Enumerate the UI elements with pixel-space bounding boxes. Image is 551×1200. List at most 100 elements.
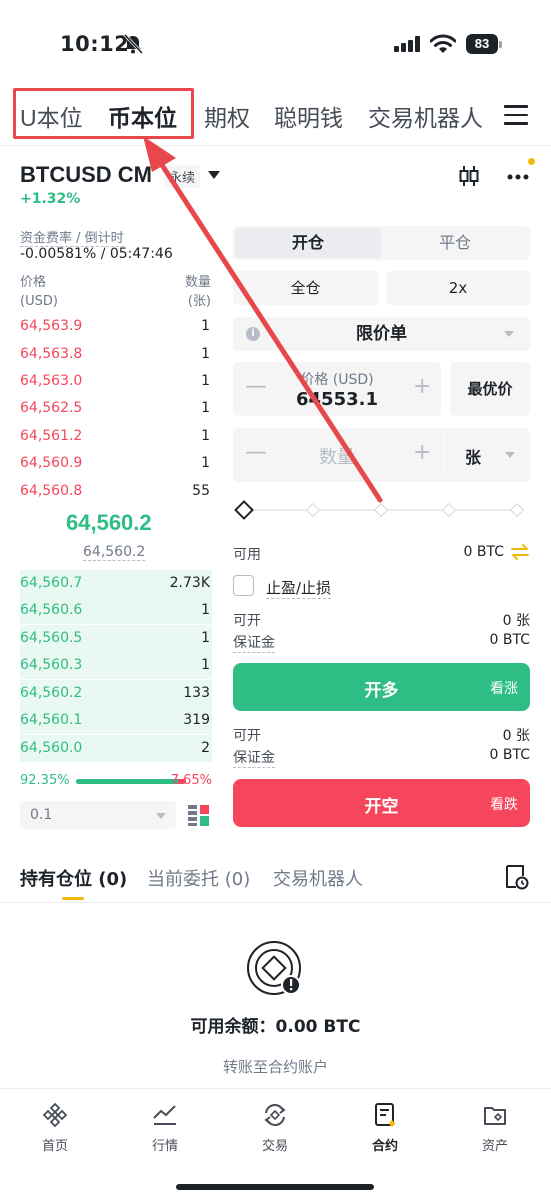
long-margin-label[interactable]: 保证金: [233, 632, 275, 653]
bullish-label: 看涨: [490, 681, 518, 697]
short-can-open-label: 可开: [233, 728, 261, 744]
short-margin-value: 0 BTC: [489, 747, 530, 763]
tpsl-checkbox[interactable]: [233, 575, 254, 596]
cellular-signal-icon: [394, 36, 420, 52]
tab-open-position[interactable]: 开仓: [235, 228, 381, 258]
order-type-select[interactable]: i 限价单: [233, 317, 530, 351]
bid-row[interactable]: 64,560.7 2.73K: [20, 570, 212, 597]
tpsl-label[interactable]: 止盈/止损: [266, 577, 332, 599]
candlestick-chart-icon[interactable]: [457, 164, 481, 188]
slider-node[interactable]: [305, 502, 321, 518]
transfer-to-futures-link[interactable]: 转账至合约账户: [0, 1056, 551, 1077]
bell-off-icon: [123, 33, 144, 55]
price-input[interactable]: — 价格 (USD) 64553.1 +: [233, 362, 441, 416]
last-price[interactable]: 64,560.2: [66, 510, 152, 536]
trade-exchange-icon: [264, 1104, 286, 1126]
price-input-label: 价格 (USD): [300, 372, 374, 388]
nav-assets[interactable]: 资产: [440, 1101, 550, 1154]
hamburger-menu-icon[interactable]: [504, 105, 528, 127]
ask-row[interactable]: 64,563.0 1: [20, 368, 212, 395]
tab-smart-money[interactable]: 聪明钱: [274, 99, 343, 133]
tab-trading-bots[interactable]: 交易机器人: [368, 99, 483, 133]
battery-icon: 83: [466, 34, 502, 54]
plus-icon[interactable]: +: [413, 376, 431, 398]
perpetual-badge: 永续: [164, 165, 201, 188]
available-label: 可用: [233, 547, 261, 563]
orderbook-layout-icon[interactable]: [188, 804, 210, 826]
bid-row[interactable]: 64,560.1 319: [20, 707, 212, 734]
ask-row[interactable]: 64,563.9 1: [20, 313, 212, 340]
bid-row[interactable]: 64,560.6 1: [20, 597, 212, 624]
buy-ratio: 92.35%: [20, 773, 70, 788]
ask-row[interactable]: 64,561.2 1: [20, 423, 212, 450]
funding-rate-label[interactable]: 资金费率 / 倒计时: [20, 227, 124, 247]
battery-level: 83: [466, 34, 498, 54]
ask-row[interactable]: 64,563.8 1: [20, 341, 212, 368]
slider-node[interactable]: [509, 502, 525, 518]
empty-wallet-icon: [247, 941, 301, 995]
bid-row[interactable]: 64,560.2 133: [20, 680, 212, 707]
ask-row[interactable]: 64,560.9 1: [20, 450, 212, 477]
more-options-icon[interactable]: [505, 166, 533, 186]
price-input-value[interactable]: 64553.1: [233, 389, 441, 410]
quantity-input[interactable]: — 数量 + 张: [233, 428, 530, 482]
status-bar: 10:12 83: [0, 0, 551, 86]
open-short-button[interactable]: 开空 看跌: [233, 779, 530, 827]
transfer-swap-icon[interactable]: [510, 543, 530, 561]
chevron-down-icon: [505, 452, 515, 458]
buy-ratio-fill: [76, 779, 178, 784]
plus-icon[interactable]: +: [413, 442, 431, 464]
home-logo-icon: [42, 1102, 68, 1128]
markets-chart-icon: [153, 1105, 176, 1125]
tab-positions[interactable]: 持有仓位 (0): [20, 865, 127, 891]
short-margin-label[interactable]: 保证金: [233, 747, 275, 768]
margin-mode-button[interactable]: 全仓: [233, 271, 378, 305]
chevron-down-icon: [156, 813, 166, 819]
leverage-button[interactable]: 2x: [386, 271, 530, 305]
long-can-open-value: 0 张: [502, 613, 530, 629]
open-close-toggle: 开仓 平仓: [233, 226, 530, 260]
orderbook-price-header: 价格 (USD): [20, 275, 58, 309]
price-change: +1.32%: [20, 191, 81, 207]
available-balance: 可用余额：0.00 BTC: [190, 1017, 361, 1037]
bid-row[interactable]: 64,560.3 1: [20, 652, 212, 679]
nav-home[interactable]: 首页: [0, 1101, 110, 1154]
info-icon[interactable]: i: [246, 327, 260, 341]
tab-close-position[interactable]: 平仓: [382, 228, 528, 258]
chevron-down-icon: [504, 331, 514, 337]
available-value: 0 BTC: [463, 544, 504, 560]
orderbook-qty-header: 数量 (张): [184, 275, 211, 309]
quantity-slider[interactable]: [234, 500, 526, 520]
slider-handle[interactable]: [234, 500, 254, 520]
tab-options[interactable]: 期权: [204, 99, 250, 133]
short-can-open-value: 0 张: [502, 728, 530, 744]
best-price-button[interactable]: 最优价: [450, 362, 530, 416]
ask-row[interactable]: 64,560.8 55: [20, 478, 212, 505]
nav-trade[interactable]: 交易: [220, 1101, 330, 1154]
long-can-open-label: 可开: [233, 613, 261, 629]
symbol-dropdown-icon[interactable]: [208, 171, 220, 179]
tab-open-orders[interactable]: 当前委托 (0): [147, 865, 250, 891]
tab-bots[interactable]: 交易机器人: [273, 865, 363, 891]
nav-futures[interactable]: 合约: [330, 1101, 440, 1154]
long-margin-value: 0 BTC: [489, 632, 530, 648]
quantity-unit-select[interactable]: 张: [465, 444, 481, 468]
slider-node[interactable]: [373, 502, 389, 518]
futures-document-icon: [375, 1103, 396, 1127]
symbol-name[interactable]: BTCUSD CM: [20, 162, 152, 188]
open-long-button[interactable]: 开多 看涨: [233, 663, 530, 711]
nav-markets[interactable]: 行情: [110, 1101, 220, 1154]
sell-ratio: 7.65%: [170, 773, 212, 788]
annotation-highlight-box: [13, 88, 194, 139]
order-history-icon[interactable]: [505, 864, 529, 890]
slider-node[interactable]: [441, 502, 457, 518]
assets-wallet-icon: [484, 1107, 506, 1125]
depth-precision-select[interactable]: 0.1: [20, 801, 176, 829]
position-tabs: 持有仓位 (0) 当前委托 (0) 交易机器人: [0, 855, 551, 903]
bid-row[interactable]: 64,560.5 1: [20, 625, 212, 652]
mark-price[interactable]: 64,560.2: [83, 544, 146, 561]
buy-sell-ratio-bar: 92.35% 7.65%: [20, 773, 212, 789]
ask-row[interactable]: 64,562.5 1: [20, 395, 212, 422]
bid-row[interactable]: 64,560.0 2: [20, 735, 212, 762]
status-time: 10:12: [60, 32, 130, 56]
